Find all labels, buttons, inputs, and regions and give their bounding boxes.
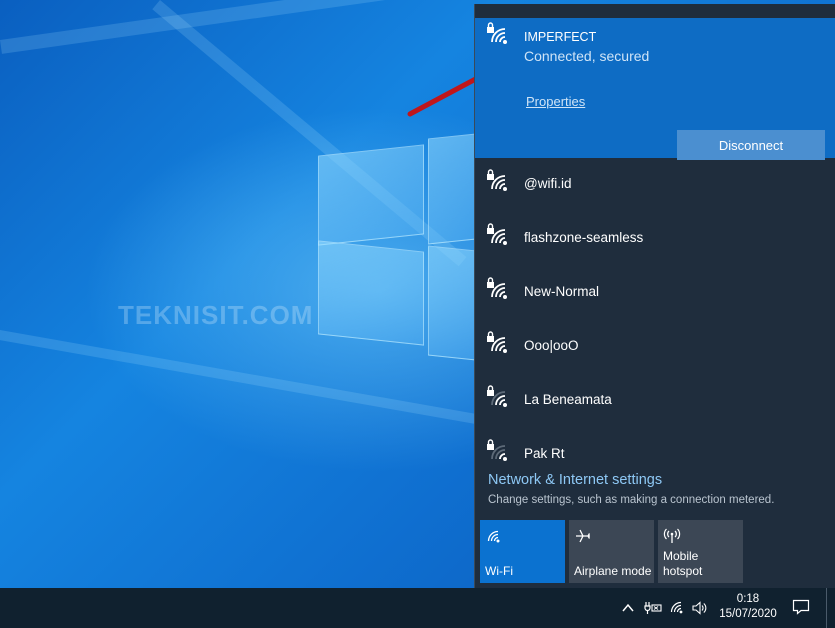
network-list-item[interactable]: La Beneamata bbox=[475, 374, 835, 428]
hotspot-tile-label: Mobile hotspot bbox=[663, 549, 702, 579]
volume-icon[interactable] bbox=[691, 600, 707, 616]
chevron-up-icon[interactable] bbox=[620, 600, 636, 616]
action-center-icon[interactable] bbox=[792, 599, 810, 615]
network-list-item[interactable]: flashzone-seamless bbox=[475, 212, 835, 266]
secured-wifi-icon bbox=[487, 223, 507, 245]
network-name: @wifi.id bbox=[524, 176, 572, 191]
connected-network-panel[interactable]: IMPERFECT Connected, secured Properties … bbox=[475, 18, 835, 160]
watermark: TEKNISIT.COM bbox=[118, 300, 314, 330]
network-name: flashzone-seamless bbox=[524, 230, 644, 245]
properties-link[interactable]: Properties bbox=[526, 94, 585, 109]
disconnect-button[interactable]: Disconnect bbox=[677, 130, 825, 160]
network-list-item[interactable]: @wifi.id bbox=[475, 158, 835, 212]
windows-logo-pane bbox=[428, 133, 476, 245]
network-settings-description: Change settings, such as making a connec… bbox=[488, 494, 775, 506]
airplane-mode-tile[interactable]: Airplane mode bbox=[569, 520, 654, 583]
secured-wifi-icon bbox=[487, 439, 507, 461]
hotspot-label-line1: Mobile bbox=[663, 549, 699, 563]
wifi-toggle-tile[interactable]: Wi-Fi bbox=[480, 520, 565, 583]
wifi-tile-label: Wi-Fi bbox=[485, 564, 513, 578]
network-list-item[interactable]: New-Normal bbox=[475, 266, 835, 320]
airplane-icon bbox=[576, 529, 591, 543]
taskbar: 0:18 15/07/2020 bbox=[0, 588, 835, 628]
hotspot-icon bbox=[663, 528, 681, 543]
taskbar-clock[interactable]: 0:18 15/07/2020 bbox=[713, 592, 783, 622]
secured-wifi-icon bbox=[487, 331, 507, 353]
windows-logo-pane bbox=[318, 240, 424, 346]
show-desktop-divider[interactable] bbox=[826, 588, 827, 628]
wifi-tray-icon[interactable] bbox=[669, 599, 685, 615]
secured-wifi-icon bbox=[487, 277, 507, 299]
network-list-item[interactable]: Ooo|ooO bbox=[475, 320, 835, 374]
network-flyout: IMPERFECT Connected, secured Properties … bbox=[474, 4, 835, 588]
connected-network-status: Connected, secured bbox=[524, 48, 650, 64]
network-settings-link[interactable]: Network & Internet settings bbox=[488, 472, 662, 488]
airplane-tile-label: Airplane mode bbox=[574, 564, 652, 578]
network-name: Pak Rt bbox=[524, 446, 565, 461]
mobile-hotspot-tile[interactable]: Mobile hotspot bbox=[658, 520, 743, 583]
battery-plug-icon[interactable] bbox=[643, 600, 663, 616]
network-name: New-Normal bbox=[524, 284, 600, 299]
secured-wifi-icon bbox=[487, 385, 507, 407]
wifi-icon bbox=[487, 530, 500, 543]
connected-network-name: IMPERFECT bbox=[524, 30, 597, 44]
hotspot-label-line2: hotspot bbox=[663, 564, 703, 578]
network-name: Ooo|ooO bbox=[524, 338, 579, 353]
clock-time: 0:18 bbox=[736, 593, 760, 605]
secured-wifi-icon bbox=[487, 22, 507, 44]
windows-logo-pane bbox=[318, 144, 424, 246]
clock-date: 15/07/2020 bbox=[719, 608, 777, 620]
network-name: La Beneamata bbox=[524, 392, 612, 407]
secured-wifi-icon bbox=[487, 169, 507, 191]
windows-logo-pane bbox=[428, 245, 476, 361]
